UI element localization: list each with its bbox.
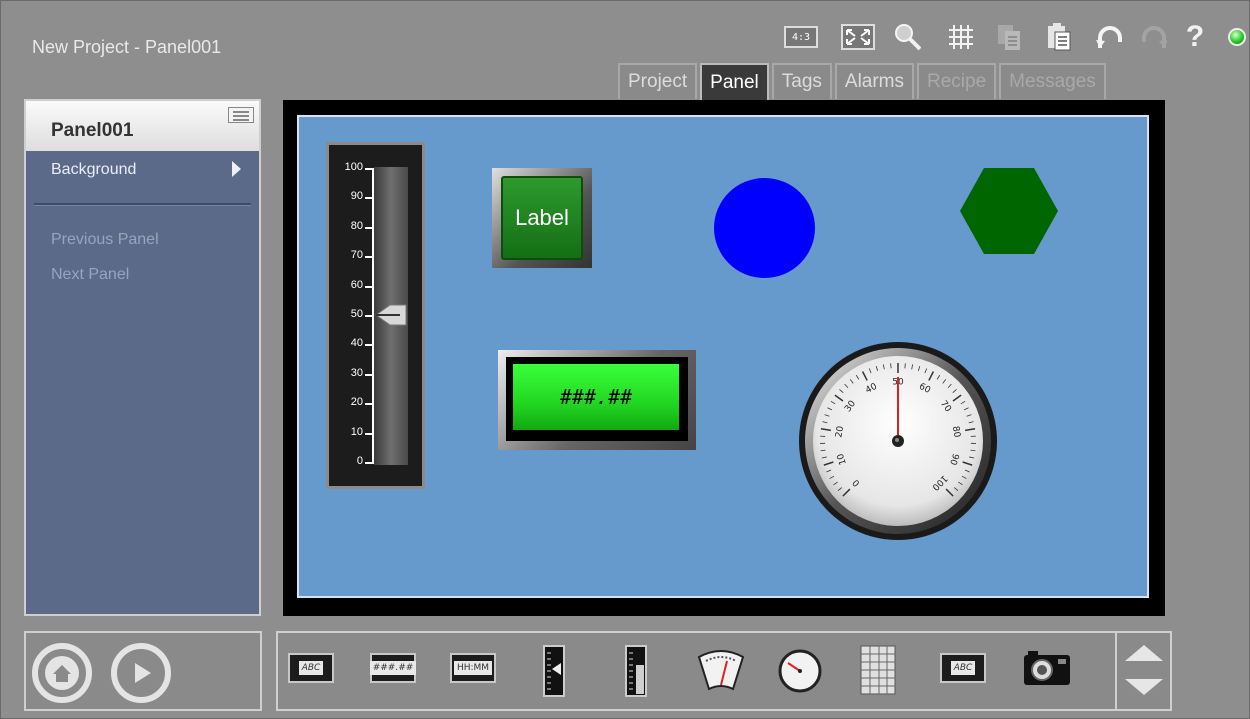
- palette-table[interactable]: [860, 645, 896, 695]
- home-icon: [45, 656, 79, 690]
- blue-circle-shape[interactable]: [714, 178, 815, 278]
- slider-tick-mark: [365, 403, 374, 406]
- play-icon: [124, 656, 158, 690]
- copy-icon[interactable]: [995, 23, 1023, 51]
- slider-tick-label: 30: [350, 366, 363, 379]
- tab-tags[interactable]: Tags: [771, 63, 832, 99]
- sidebar-divider: [34, 203, 251, 206]
- slider-tick-label: 0: [356, 455, 363, 467]
- slider-tick-label: 40: [350, 337, 363, 350]
- runtime-controls: [24, 631, 262, 711]
- palette-text-box[interactable]: ABC: [940, 653, 986, 683]
- slider-tick-label: 60: [350, 278, 363, 291]
- palette-camera[interactable]: [1022, 649, 1072, 689]
- sidebar-item-next-panel[interactable]: Next Panel: [51, 266, 129, 284]
- palette-vertical-slider[interactable]: [542, 645, 566, 697]
- slider-knob[interactable]: [374, 303, 408, 327]
- redo-icon[interactable]: [1139, 23, 1167, 51]
- slider-tick-mark: [365, 226, 374, 229]
- slider-tick-label: 70: [350, 249, 363, 262]
- palette-arc-meter[interactable]: [696, 647, 746, 693]
- palette-numeric[interactable]: ###.##: [369, 653, 417, 683]
- tab-recipe[interactable]: Recipe: [917, 63, 997, 99]
- sidebar-item-previous-panel[interactable]: Previous Panel: [51, 231, 159, 249]
- palette-text-box-caption: ABC: [950, 661, 976, 675]
- slider-tick-label: 10: [350, 425, 363, 438]
- widget-palette: ABC ###.## HH:MM ABC: [276, 631, 1172, 711]
- palette-round-gauge[interactable]: [778, 649, 822, 693]
- grid-icon[interactable]: [947, 23, 975, 51]
- slider-tick-mark: [365, 315, 374, 317]
- tab-project[interactable]: Project: [618, 63, 698, 99]
- app-window: New Project - Panel001 4:3 ? Project Pan…: [0, 0, 1250, 719]
- fullscreen-icon[interactable]: [839, 23, 877, 51]
- slider-tick-mark: [365, 197, 374, 200]
- sidebar-header: Panel001: [26, 101, 259, 151]
- panel-name: Panel001: [51, 120, 134, 141]
- slider-tick-mark: [365, 285, 374, 288]
- scroll-down-icon[interactable]: [1125, 679, 1163, 695]
- palette-scroll-buttons: [1115, 631, 1172, 711]
- camera-icon: [1024, 651, 1070, 685]
- tab-alarms[interactable]: Alarms: [834, 63, 915, 99]
- scroll-up-icon[interactable]: [1125, 645, 1163, 661]
- palette-time-caption: HH:MM: [453, 661, 493, 675]
- slider-tick-mark: [365, 168, 374, 170]
- palette-text-label-caption: ABC: [298, 661, 324, 675]
- tab-messages[interactable]: Messages: [999, 63, 1106, 99]
- tab-panel[interactable]: Panel: [700, 63, 769, 101]
- zoom-icon[interactable]: [893, 23, 921, 51]
- slider-tick-mark: [365, 256, 374, 259]
- numeric-display[interactable]: ###.##: [513, 364, 679, 430]
- slider-tick-label: 20: [350, 396, 363, 409]
- label-button[interactable]: Label: [501, 176, 583, 260]
- slider-tick-label: 90: [350, 190, 363, 203]
- play-button[interactable]: [111, 643, 171, 703]
- slider-tick-mark: [365, 462, 374, 464]
- status-led-icon: [1223, 23, 1250, 51]
- help-icon[interactable]: ?: [1181, 20, 1209, 53]
- green-hexagon-shape[interactable]: [959, 167, 1059, 260]
- panel-list-icon[interactable]: [228, 107, 254, 123]
- home-button[interactable]: [32, 643, 92, 703]
- undo-icon[interactable]: [1095, 23, 1123, 51]
- arc-meter-icon: [697, 650, 745, 691]
- panel-sidebar: Panel001 Background Previous Panel Next …: [24, 99, 261, 616]
- palette-time[interactable]: HH:MM: [450, 653, 496, 683]
- gauge-tick-label: 20: [834, 425, 846, 438]
- aspect-ratio-label: 4:3: [784, 26, 818, 48]
- slider-tick-mark: [365, 432, 374, 435]
- palette-vertical-bar[interactable]: [624, 645, 648, 697]
- help-label: ?: [1185, 20, 1205, 53]
- slider-tick-label: 80: [350, 219, 363, 232]
- slider-tick-mark: [365, 373, 374, 376]
- sidebar-item-background[interactable]: Background: [51, 161, 136, 179]
- round-gauge-icon: [778, 649, 822, 693]
- slider-tick-mark: [365, 344, 374, 347]
- aspect-ratio-icon[interactable]: 4:3: [781, 23, 821, 51]
- vertical-slider-icon: [543, 645, 565, 697]
- paste-icon[interactable]: [1045, 23, 1073, 51]
- chevron-right-icon[interactable]: [232, 161, 241, 177]
- window-title: New Project - Panel001: [32, 37, 222, 57]
- main-tabs: Project Panel Tags Alarms Recipe Message…: [618, 63, 1109, 101]
- palette-text-label[interactable]: ABC: [288, 653, 334, 683]
- vertical-bar-icon: [625, 645, 647, 697]
- palette-numeric-caption: ###.##: [369, 661, 417, 675]
- round-gauge-widget[interactable]: 0102030405060708090100: [798, 341, 998, 546]
- table-icon: [860, 645, 896, 695]
- slider-tick-label: 100: [344, 161, 363, 173]
- slider-tick-label: 50: [350, 308, 363, 320]
- gauge-tick-label: 80: [950, 425, 962, 438]
